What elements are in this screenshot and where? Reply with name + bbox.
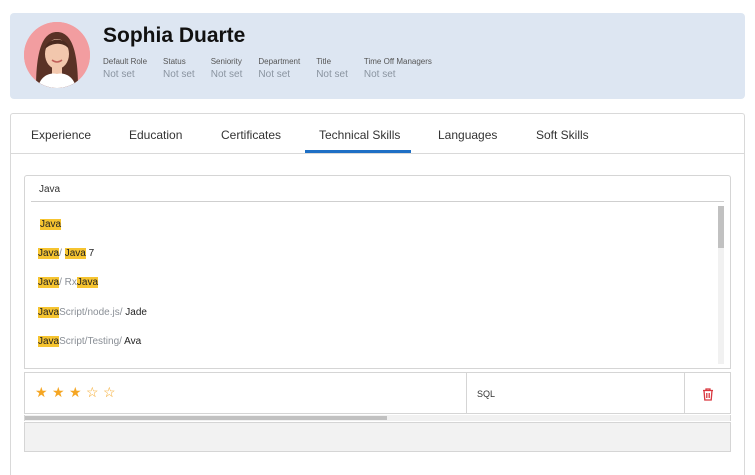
match-highlight: Java (38, 248, 60, 259)
suggestion-text: Jade (125, 307, 147, 318)
star-filled-icon[interactable]: ★ (35, 384, 52, 400)
table-footer (24, 422, 731, 452)
match-highlight: Java (38, 307, 60, 318)
suggestion-item[interactable]: Java/ Java 7 (38, 248, 94, 259)
cell-divider (466, 373, 467, 413)
skill-row: ★ ★ ★ ☆ ☆ SQL (24, 372, 731, 414)
avatar (24, 22, 90, 88)
star-filled-icon[interactable]: ★ (52, 384, 69, 400)
tab-bar: Experience Education Certificates Techni… (11, 114, 744, 154)
field-label: Default Role (103, 57, 148, 66)
suggestion-text: 7 (85, 248, 95, 259)
match-highlight: Java (64, 248, 86, 259)
tab-languages[interactable]: Languages (438, 128, 497, 142)
cell-divider (684, 373, 685, 413)
tab-experience[interactable]: Experience (31, 128, 91, 142)
field-default-role: Default Role Not set (103, 57, 147, 80)
skill-search-box (24, 175, 731, 202)
field-value: Not set (363, 69, 396, 80)
trash-icon (703, 387, 713, 401)
suggestion-item[interactable]: Java/ RxJava (38, 277, 99, 288)
suggestion-path: / (59, 248, 65, 259)
field-value: Not set (163, 69, 195, 80)
field-value: Not set (258, 69, 291, 80)
active-tab-indicator (305, 150, 411, 153)
field-label: Time Off Managers (363, 57, 432, 66)
suggestion-item[interactable]: Java (40, 219, 62, 230)
profile-fields: Default Role Not set Status Not set Seni… (103, 57, 448, 80)
skill-name: SQL (477, 389, 496, 399)
suggestion-item[interactable]: JavaScript/node.js/ Jade (38, 307, 147, 318)
delete-skill-button[interactable] (700, 386, 716, 402)
match-highlight: Java (38, 336, 60, 347)
match-highlight: Java (40, 219, 62, 230)
skill-suggestions-dropdown: Java Java/ Java 7 Java/ RxJava JavaScrip… (24, 201, 731, 369)
field-label: Seniority (210, 57, 242, 66)
star-empty-icon[interactable]: ☆ (103, 384, 120, 400)
field-department: Department Not set (258, 57, 300, 80)
dropdown-scrollbar-thumb[interactable] (718, 206, 724, 248)
field-label: Department (258, 57, 301, 66)
field-value: Not set (316, 69, 348, 80)
tab-certificates[interactable]: Certificates (221, 128, 281, 142)
suggestion-item[interactable]: JavaScript/Testing/ Ava (38, 336, 141, 347)
field-value: Not set (210, 69, 243, 80)
field-status: Status Not set (163, 57, 195, 80)
field-label: Status (163, 57, 186, 66)
suggestion-path: Script/Testing/ (59, 336, 125, 347)
field-value: Not set (103, 69, 135, 80)
profile-card: Sophia Duarte Default Role Not set Statu… (10, 13, 745, 99)
star-rating[interactable]: ★ ★ ★ ☆ ☆ (35, 384, 120, 400)
field-label: Title (316, 57, 332, 66)
star-empty-icon[interactable]: ☆ (86, 384, 103, 400)
tab-education[interactable]: Education (129, 128, 182, 142)
match-highlight: Java (76, 277, 99, 288)
suggestion-path: / Rx (59, 277, 77, 288)
suggestion-text: Ava (124, 336, 142, 347)
field-seniority: Seniority Not set (211, 57, 243, 80)
field-time-off-managers: Time Off Managers Not set (364, 57, 432, 80)
horizontal-scrollbar-thumb[interactable] (25, 416, 387, 420)
field-title: Title Not set (316, 57, 348, 80)
match-highlight: Java (38, 277, 60, 288)
tab-soft-skills[interactable]: Soft Skills (536, 128, 589, 142)
profile-name: Sophia Duarte (103, 24, 246, 47)
skills-panel: Experience Education Certificates Techni… (10, 113, 745, 475)
tab-technical-skills[interactable]: Technical Skills (319, 128, 400, 142)
skill-search-input[interactable] (39, 182, 639, 196)
star-filled-icon[interactable]: ★ (69, 384, 86, 400)
suggestion-path: Script/node.js/ (59, 307, 126, 318)
